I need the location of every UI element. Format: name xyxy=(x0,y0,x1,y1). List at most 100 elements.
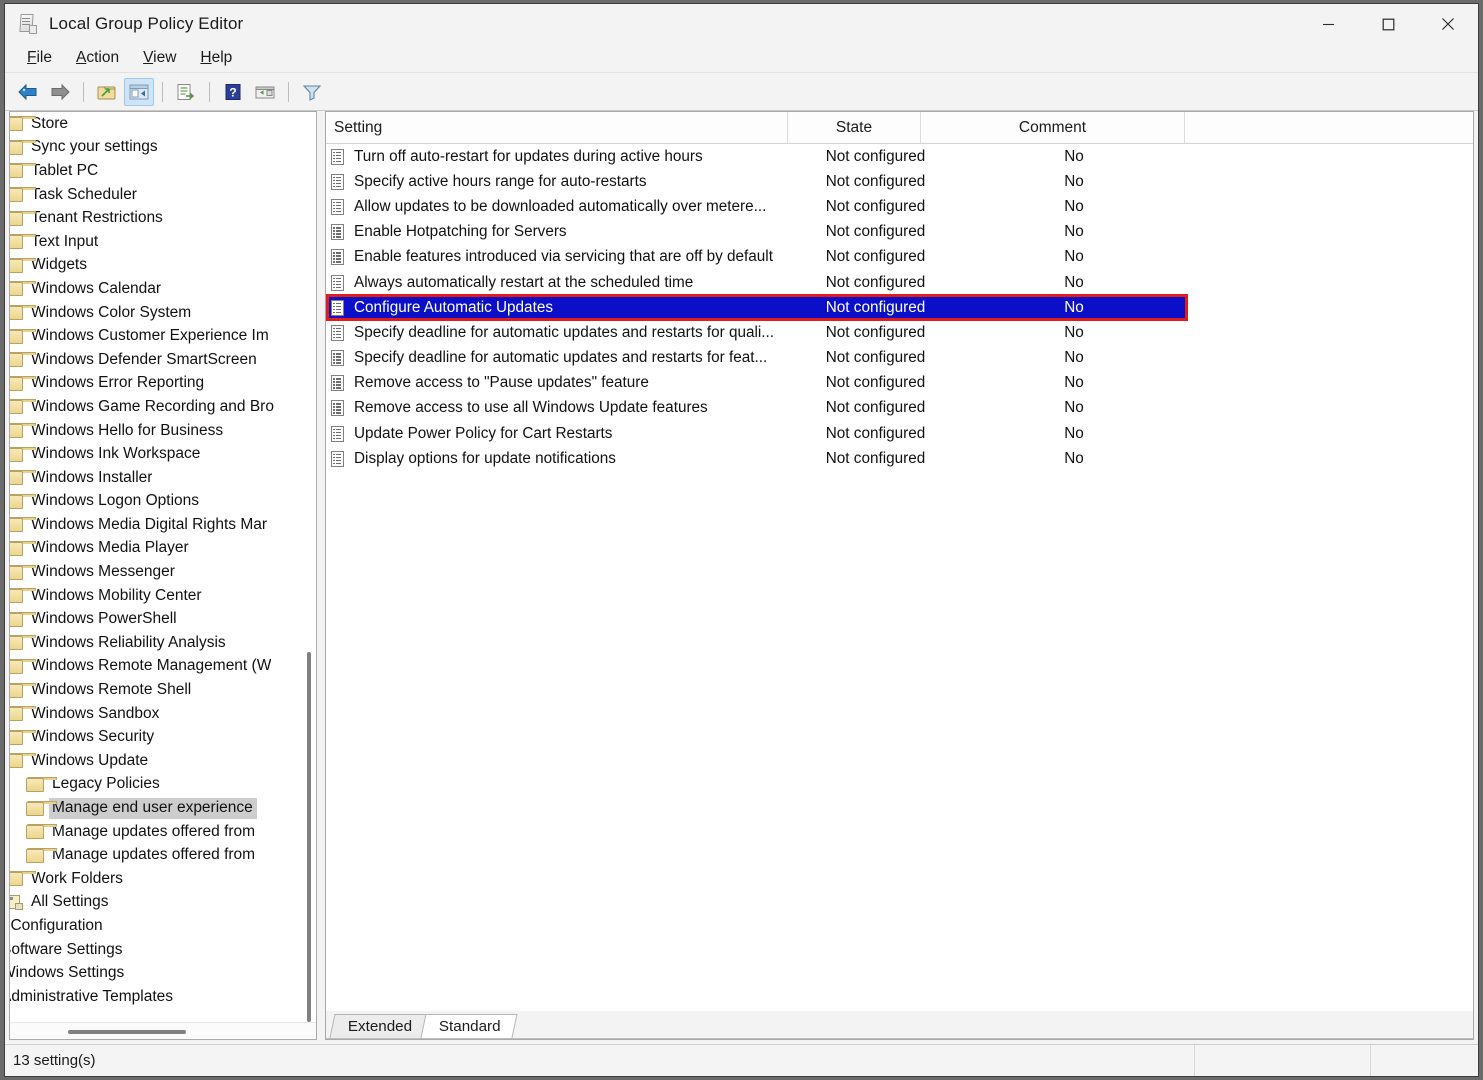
tab-standard[interactable]: Standard xyxy=(421,1014,518,1038)
menu-item-file[interactable]: File xyxy=(15,47,64,69)
table-row[interactable]: Enable Hotpatching for ServersNot config… xyxy=(326,220,1473,245)
tree-item[interactable]: All Settings xyxy=(10,891,314,915)
table-row[interactable]: Enable features introduced via servicing… xyxy=(326,245,1473,270)
folder-icon xyxy=(10,730,24,745)
table-row[interactable]: Allow updates to be downloaded automatic… xyxy=(326,194,1473,219)
tree-item[interactable]: Windows PowerShell xyxy=(10,607,314,631)
forward-icon[interactable] xyxy=(45,78,75,106)
cell-comment: No xyxy=(942,248,1206,266)
tree-item[interactable]: Store xyxy=(10,112,314,136)
settings-list-pane: Setting State Comment Turn off auto-rest… xyxy=(325,111,1474,1040)
tree-item[interactable]: Windows Messenger xyxy=(10,560,314,584)
table-row[interactable]: Always automatically restart at the sche… xyxy=(326,270,1473,295)
tree-item-label: Windows Media Digital Rights Mar xyxy=(31,516,267,534)
pane-splitter[interactable] xyxy=(317,111,325,1044)
tree-item[interactable]: Windows Remote Shell xyxy=(10,678,314,702)
status-text: 13 setting(s) xyxy=(5,1045,1195,1076)
tree-item[interactable]: Legacy Policies xyxy=(10,773,314,797)
tree-item[interactable]: Windows Hello for Business xyxy=(10,419,314,443)
tree-item-label: Windows Settings xyxy=(10,964,124,982)
tree-item[interactable]: ›Windows Error Reporting xyxy=(10,372,314,396)
table-row[interactable]: Display options for update notifications… xyxy=(326,446,1473,471)
maximize-icon[interactable] xyxy=(1358,4,1418,44)
tree-item[interactable]: Work Folders xyxy=(10,867,314,891)
tree-item[interactable]: Windows Media Digital Rights Mar xyxy=(10,513,314,537)
tree-item[interactable]: Windows Reliability Analysis xyxy=(10,631,314,655)
tree-item[interactable]: Windows Installer xyxy=(10,466,314,490)
tree-item[interactable]: Manage end user experience xyxy=(10,796,314,820)
show-hide-console-tree-icon[interactable] xyxy=(250,78,280,106)
tree-horizontal-scrollbar-thumb[interactable] xyxy=(68,1030,186,1034)
filter-icon[interactable] xyxy=(297,78,327,106)
folder-icon xyxy=(10,423,24,438)
column-header-comment[interactable]: Comment xyxy=(921,112,1185,143)
tree-item[interactable]: ›Windows Security xyxy=(10,725,314,749)
tree-item[interactable]: ›Windows Remote Management (W xyxy=(10,655,314,679)
tree-item[interactable]: Windows Settings xyxy=(10,961,314,985)
folder-icon xyxy=(10,163,24,178)
table-row[interactable]: Specify deadline for automatic updates a… xyxy=(326,320,1473,345)
menu-item-view[interactable]: View xyxy=(131,47,188,69)
table-row[interactable]: Update Power Policy for Cart RestartsNot… xyxy=(326,421,1473,446)
export-list-icon[interactable] xyxy=(171,78,201,106)
folder-icon xyxy=(10,234,24,249)
tree-item-label: r Configuration xyxy=(10,917,103,935)
tree-item-label: Work Folders xyxy=(31,870,123,888)
table-row[interactable]: Specify deadline for automatic updates a… xyxy=(326,346,1473,371)
tree-item[interactable]: Manage updates offered from xyxy=(10,820,314,844)
folder-icon xyxy=(10,187,24,202)
table-row[interactable]: Turn off auto-restart for updates during… xyxy=(326,144,1473,169)
tree-item-label: Task Scheduler xyxy=(31,186,137,204)
show-hide-tree-icon[interactable] xyxy=(124,78,154,106)
tree-item[interactable]: Windows Game Recording and Bro xyxy=(10,395,314,419)
tree-horizontal-scrollbar[interactable] xyxy=(10,1022,316,1039)
tree-item[interactable]: Windows Mobility Center xyxy=(10,584,314,608)
tree-item[interactable]: Widgets xyxy=(10,254,314,278)
tree-item[interactable]: Windows Color System xyxy=(10,301,314,325)
toolbar-separator xyxy=(288,82,289,102)
column-header-setting[interactable]: Setting xyxy=(326,112,788,143)
tree-item[interactable]: Windows Customer Experience Im xyxy=(10,324,314,348)
table-row-selected[interactable]: Configure Automatic UpdatesNot configure… xyxy=(326,295,1186,320)
tree-item-label: Windows Error Reporting xyxy=(31,374,204,392)
menu-item-help[interactable]: Help xyxy=(188,47,244,69)
tree-item[interactable]: ›Tablet PC xyxy=(10,159,314,183)
up-folder-icon[interactable] xyxy=(92,78,122,106)
tree-item[interactable]: Administrative Templates xyxy=(10,985,314,1009)
menu-item-action[interactable]: Action xyxy=(64,47,131,69)
tree-item[interactable]: Task Scheduler xyxy=(10,183,314,207)
table-row[interactable]: Specify active hours range for auto-rest… xyxy=(326,169,1473,194)
folder-icon xyxy=(10,659,24,674)
tree-item[interactable]: Text Input xyxy=(10,230,314,254)
title-bar: Local Group Policy Editor xyxy=(5,4,1478,44)
minimize-icon[interactable] xyxy=(1298,4,1358,44)
back-icon[interactable] xyxy=(13,78,43,106)
tree-item[interactable]: ⌄Windows Update xyxy=(10,749,314,773)
tree-scroll-region[interactable]: StoreSync your settings›Tablet PC Task Sc… xyxy=(10,112,316,1022)
tree-item[interactable]: Windows Logon Options xyxy=(10,490,314,514)
tab-extended[interactable]: Extended xyxy=(329,1014,428,1038)
tree-item[interactable]: Windows Media Player xyxy=(10,537,314,561)
tree-vertical-scrollbar[interactable] xyxy=(307,652,311,1022)
tree-item[interactable]: Tenant Restrictions xyxy=(10,206,314,230)
tree-item[interactable]: Windows Sandbox xyxy=(10,702,314,726)
table-row[interactable]: Remove access to use all Windows Update … xyxy=(326,396,1473,421)
table-row[interactable]: Remove access to "Pause updates" feature… xyxy=(326,371,1473,396)
tree-item[interactable]: r Configuration xyxy=(10,914,314,938)
policy-editor-icon xyxy=(17,13,39,35)
cell-state: Not configured xyxy=(809,324,942,342)
cell-setting: Specify deadline for automatic updates a… xyxy=(354,324,809,342)
folder-icon xyxy=(26,777,45,792)
tree-item[interactable]: Software Settings xyxy=(10,938,314,962)
column-header-state[interactable]: State xyxy=(788,112,921,143)
tree-item-label: Windows Reliability Analysis xyxy=(31,634,226,652)
close-icon[interactable] xyxy=(1418,4,1478,44)
tree-item[interactable]: Windows Ink Workspace xyxy=(10,442,314,466)
tree-item[interactable]: ›Windows Defender SmartScreen xyxy=(10,348,314,372)
help-icon[interactable]: ? xyxy=(218,78,248,106)
tree-item[interactable]: Manage updates offered from xyxy=(10,843,314,867)
tree-item[interactable]: Sync your settings xyxy=(10,136,314,160)
cell-setting: Update Power Policy for Cart Restarts xyxy=(354,425,809,443)
tree-item[interactable]: Windows Calendar xyxy=(10,277,314,301)
tree-item-label: Windows Calendar xyxy=(31,280,161,298)
